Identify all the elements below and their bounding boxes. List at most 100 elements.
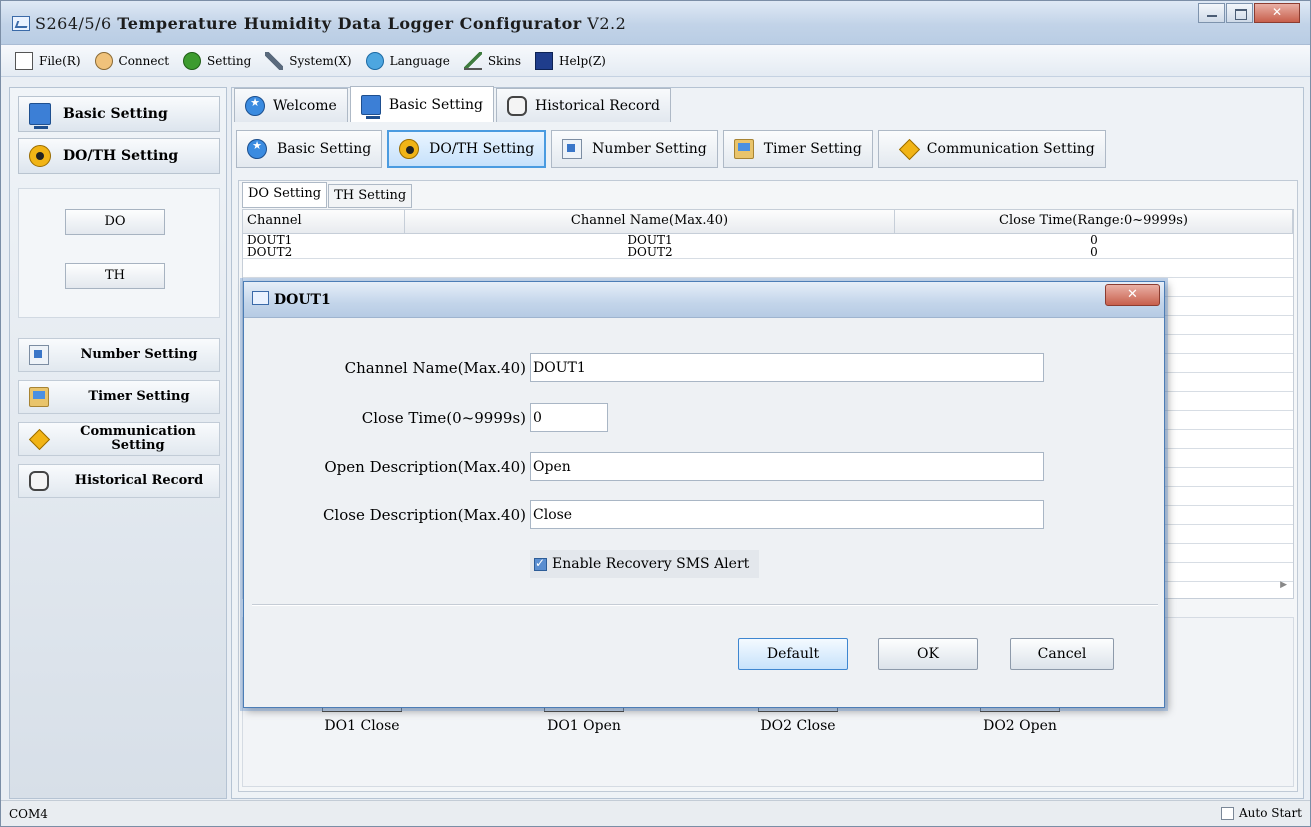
auto-start-checkbox[interactable] bbox=[1220, 806, 1234, 820]
indicator-label: DO1 Open bbox=[547, 718, 621, 734]
subtab-communication-setting[interactable]: Communication Setting bbox=[877, 130, 1106, 168]
ok-button[interactable]: OK bbox=[878, 638, 978, 670]
sidebar-item-label: Communication Setting bbox=[80, 424, 196, 453]
sidebar-item-basic-setting[interactable]: Basic Setting bbox=[18, 96, 220, 132]
scroll-right-icon[interactable]: ▶ bbox=[1280, 580, 1287, 590]
tab-label: Welcome bbox=[273, 97, 337, 114]
subtab-number-setting[interactable]: Number Setting bbox=[551, 130, 718, 168]
subtab-do-th-setting[interactable]: DO/TH Setting bbox=[387, 130, 547, 168]
open-description-field[interactable] bbox=[530, 452, 1044, 481]
tab-do-setting[interactable]: DO Setting bbox=[242, 182, 328, 208]
subtab-basic-setting[interactable]: Basic Setting bbox=[236, 130, 383, 168]
sidebar-subpanel: DO TH bbox=[18, 188, 220, 318]
number-setting-icon bbox=[29, 345, 49, 365]
menu-skins-label: Skins bbox=[487, 53, 522, 68]
dialog-divider bbox=[252, 604, 1158, 606]
monitor-icon bbox=[360, 94, 381, 119]
inner-tabs: DO Setting TH Setting bbox=[242, 182, 413, 208]
window-controls bbox=[1197, 3, 1300, 23]
sidebar-item-communication-setting[interactable]: Communication Setting bbox=[18, 422, 220, 456]
close-window-button[interactable] bbox=[1254, 3, 1300, 23]
do2-open-indicator: DO2 Open bbox=[955, 706, 1085, 734]
channel-name-label: Channel Name(Max.40) bbox=[344, 359, 526, 377]
window-title: S264/5/6 Temperature Humidity Data Logge… bbox=[35, 14, 626, 33]
tab-historical-record[interactable]: Historical Record bbox=[496, 88, 671, 122]
table-cell: 0 bbox=[1090, 245, 1098, 259]
sidebar-item-label: Basic Setting bbox=[63, 106, 168, 122]
database-icon bbox=[29, 471, 49, 491]
setting-icon bbox=[183, 51, 202, 70]
do1-open-indicator: DO1 Open bbox=[519, 706, 649, 734]
title-main: Temperature Humidity Data Logger Configu… bbox=[117, 14, 582, 33]
close-time-label: Close Time(0~9999s) bbox=[361, 409, 526, 427]
do2-close-indicator: DO2 Close bbox=[733, 706, 863, 734]
subtab-label: Number Setting bbox=[592, 141, 707, 157]
sidebar-item-number-setting[interactable]: Number Setting bbox=[18, 338, 220, 372]
table-row[interactable]: DOUT2 DOUT2 0 bbox=[243, 246, 1293, 258]
menu-system[interactable]: System(X) bbox=[265, 49, 352, 73]
basic-setting-icon bbox=[247, 139, 267, 159]
th-button[interactable]: TH bbox=[65, 263, 165, 289]
close-time-field[interactable] bbox=[530, 403, 608, 432]
sidebar-item-label: Number Setting bbox=[80, 347, 198, 362]
recovery-sms-label: Enable Recovery SMS Alert bbox=[552, 556, 750, 572]
dout-dialog: DOUT1 Channel Name(Max.40) Close Time(0~… bbox=[243, 281, 1165, 708]
column-header[interactable]: Channel bbox=[243, 210, 405, 233]
menu-skins[interactable]: Skins bbox=[463, 49, 522, 73]
table-row[interactable]: DOUT1 DOUT1 0 bbox=[243, 234, 1293, 246]
sidebar-item-timer-setting[interactable]: Timer Setting bbox=[18, 380, 220, 414]
tab-label: Basic Setting bbox=[388, 96, 484, 113]
tab-welcome[interactable]: Welcome bbox=[234, 88, 348, 122]
sidebar-item-label: DO/TH Setting bbox=[63, 148, 179, 164]
tab-basic-setting[interactable]: Basic Setting bbox=[349, 86, 495, 122]
number-setting-icon bbox=[562, 139, 583, 159]
skins-icon bbox=[463, 51, 482, 70]
open-description-label: Open Description(Max.40) bbox=[324, 458, 526, 476]
menu-language[interactable]: Language bbox=[365, 49, 450, 73]
monitor-icon bbox=[29, 103, 51, 129]
column-header[interactable]: Close Time(Range:0~9999s) bbox=[895, 210, 1293, 233]
menu-help[interactable]: Help(Z) bbox=[535, 49, 606, 73]
menu-connect-label: Connect bbox=[118, 53, 170, 68]
communication-icon bbox=[898, 138, 920, 160]
close-description-field[interactable] bbox=[530, 500, 1044, 529]
sub-tabs: Basic Setting DO/TH Setting Number Setti… bbox=[236, 130, 1111, 168]
tab-th-setting[interactable]: TH Setting bbox=[328, 184, 413, 208]
indicator-label: DO2 Open bbox=[983, 718, 1057, 734]
title-bar: S264/5/6 Temperature Humidity Data Logge… bbox=[1, 1, 1310, 45]
table-header: Channel Channel Name(Max.40) Close Time(… bbox=[243, 210, 1293, 234]
column-header[interactable]: Channel Name(Max.40) bbox=[405, 210, 895, 233]
recovery-sms-option[interactable]: Enable Recovery SMS Alert bbox=[530, 550, 760, 578]
sidebar-item-historical-record[interactable]: Historical Record bbox=[18, 464, 220, 498]
communication-icon bbox=[28, 428, 51, 450]
indicator-label: DO2 Close bbox=[760, 718, 836, 734]
cancel-button[interactable]: Cancel bbox=[1010, 638, 1114, 670]
menu-file[interactable]: File(R) bbox=[15, 49, 81, 73]
default-button[interactable]: Default bbox=[738, 638, 848, 670]
menu-connect[interactable]: Connect bbox=[94, 49, 170, 73]
timer-icon bbox=[733, 139, 754, 159]
subtab-label: DO/TH Setting bbox=[429, 141, 535, 157]
subtab-label: Communication Setting bbox=[926, 141, 1095, 157]
timer-icon bbox=[29, 387, 49, 407]
subtab-timer-setting[interactable]: Timer Setting bbox=[722, 130, 873, 168]
sidebar-item-do-th-setting[interactable]: DO/TH Setting bbox=[18, 138, 220, 174]
connect-icon bbox=[94, 51, 113, 70]
title-prefix: S264/5/6 bbox=[35, 14, 118, 33]
recovery-sms-checkbox[interactable] bbox=[534, 556, 547, 571]
system-icon bbox=[265, 51, 284, 70]
dialog-app-icon bbox=[252, 291, 269, 305]
table-cell: DOUT2 bbox=[247, 245, 293, 259]
minimize-button[interactable] bbox=[1198, 3, 1225, 23]
maximize-button[interactable] bbox=[1226, 3, 1253, 23]
sidebar: Basic Setting DO/TH Setting DO TH Number… bbox=[9, 87, 227, 799]
menu-setting[interactable]: Setting bbox=[183, 49, 251, 73]
menu-bar: File(R) Connect Setting System(X) Langua… bbox=[1, 45, 1310, 77]
main-tabs: Welcome Basic Setting Historical Record bbox=[234, 86, 673, 122]
channel-name-field[interactable] bbox=[530, 353, 1044, 382]
dialog-title-bar: DOUT1 bbox=[244, 282, 1164, 318]
help-icon bbox=[535, 51, 554, 70]
do-button[interactable]: DO bbox=[65, 209, 165, 235]
dialog-close-button[interactable] bbox=[1105, 284, 1160, 306]
auto-start-toggle[interactable]: Auto Start bbox=[1220, 806, 1302, 820]
